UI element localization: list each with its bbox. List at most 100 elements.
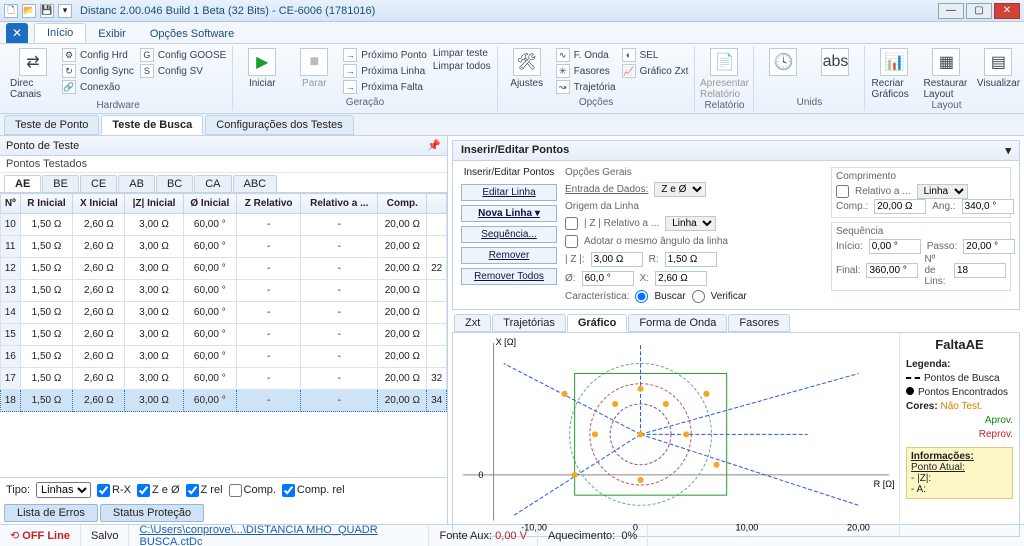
ang-input[interactable]	[962, 199, 1014, 214]
phase-tab-ae[interactable]: AE	[4, 175, 41, 192]
nlins-input[interactable]	[954, 263, 1006, 278]
tipo-select[interactable]: Linhas	[36, 482, 91, 498]
btn-config-goose[interactable]: GConfig GOOSE	[140, 48, 226, 62]
btn-ajustes[interactable]: 🛠 Ajustes	[504, 48, 550, 89]
qat-open-icon[interactable]: 📂	[22, 4, 36, 18]
btn-iniciar[interactable]: ▶ Iniciar	[239, 48, 285, 89]
btn-editar-linha[interactable]: Editar Linha	[461, 184, 557, 201]
radio-buscar[interactable]	[635, 290, 648, 303]
entrada-select[interactable]: Z e Ø	[654, 182, 706, 197]
phase-tab-ab[interactable]: AB	[118, 175, 155, 192]
tab-status-protecao[interactable]: Status Proteção	[100, 504, 204, 522]
col-header[interactable]: Relativo a ...	[301, 194, 378, 214]
btn-proxima-linha[interactable]: →Próxima Linha	[343, 64, 427, 78]
relativo-select[interactable]: Linha	[917, 184, 968, 199]
ribbon-tab-opcoes[interactable]: Opções Software	[138, 25, 246, 43]
maximize-button[interactable]: ▢	[966, 3, 992, 19]
status-path[interactable]: C:\Users\conprove\...\DISTANCIA MHO_QUAD…	[139, 525, 418, 546]
ribbon-tab-exibir[interactable]: Exibir	[86, 25, 138, 43]
gtab-zxt[interactable]: Zxt	[454, 314, 491, 332]
table-row[interactable]: 121,50 Ω2,60 Ω3,00 Ω60,00 °--20,00 Ω22	[1, 258, 447, 280]
phase-tab-abc[interactable]: ABC	[233, 175, 278, 192]
chk-rx[interactable]: R-X	[97, 484, 131, 497]
btn-remover[interactable]: Remover	[461, 247, 557, 264]
btn-nova-linha[interactable]: Nova Linha ▾	[461, 205, 557, 222]
btn-remover-todos[interactable]: Remover Todos	[461, 268, 557, 285]
collapse-icon[interactable]: ▾	[1005, 144, 1011, 157]
comp-input[interactable]	[874, 199, 926, 214]
btn-f-onda[interactable]: ∿F. Onda	[556, 48, 616, 62]
gtab-trajetorias[interactable]: Trajetórias	[492, 314, 566, 332]
btn-unids[interactable]: 🕓	[760, 48, 806, 76]
btn-sel[interactable]: ◐SEL	[622, 48, 689, 62]
btn-sequencia[interactable]: Sequência...	[461, 226, 557, 243]
table-row[interactable]: 101,50 Ω2,60 Ω3,00 Ω60,00 °--20,00 Ω	[1, 214, 447, 236]
chk-zo[interactable]: Z e Ø	[137, 484, 180, 497]
btn-config-hrd[interactable]: ⚙Config Hrd	[62, 48, 134, 62]
table-row[interactable]: 111,50 Ω2,60 Ω3,00 Ω60,00 °--20,00 Ω	[1, 236, 447, 258]
btn-limpar-teste[interactable]: Limpar teste	[433, 48, 491, 59]
col-header[interactable]: Nº	[1, 194, 21, 214]
phase-tab-bc[interactable]: BC	[156, 175, 193, 192]
table-row[interactable]: 141,50 Ω2,60 Ω3,00 Ω60,00 °--20,00 Ω	[1, 302, 447, 324]
gtab-forma-onda[interactable]: Forma de Onda	[628, 314, 727, 332]
col-header[interactable]: Comp.	[378, 194, 427, 214]
final-input[interactable]	[866, 263, 918, 278]
btn-conexao[interactable]: 🔗Conexão	[62, 80, 134, 94]
minimize-button[interactable]: —	[938, 3, 964, 19]
col-header[interactable]: X Inicial	[73, 194, 125, 214]
chk-adotar[interactable]	[565, 235, 578, 248]
chk-comprel[interactable]: Comp. rel	[282, 484, 345, 497]
ribbon-tab-inicio[interactable]: Início	[34, 23, 86, 43]
table-row[interactable]: 171,50 Ω2,60 Ω3,00 Ω60,00 °--20,00 Ω32	[1, 368, 447, 390]
btn-direc-canais[interactable]: ⇄ Direc Canais	[10, 48, 56, 100]
gtab-fasores[interactable]: Fasores	[728, 314, 790, 332]
r-input[interactable]	[665, 252, 717, 267]
col-header[interactable]: Ø Inicial	[183, 194, 236, 214]
chk-comp[interactable]: Comp.	[229, 484, 276, 497]
o-input[interactable]	[582, 271, 634, 286]
btn-visualizar[interactable]: ▤Visualizar	[975, 48, 1021, 89]
phase-tab-ca[interactable]: CA	[194, 175, 231, 192]
close-button[interactable]: ✕	[994, 3, 1020, 19]
gtab-grafico[interactable]: Gráfico	[567, 314, 628, 332]
phase-tab-ce[interactable]: CE	[80, 175, 117, 192]
btn-restaurar-layout[interactable]: ▦Restaurar Layout	[923, 48, 969, 100]
passo-input[interactable]	[963, 239, 1015, 254]
col-header[interactable]: |Z| Inicial	[125, 194, 183, 214]
btn-relatorio[interactable]: 📄 Apresentar Relatório	[701, 48, 747, 100]
impedance-chart[interactable]: X [Ω] R [Ω] 0 -10,00 0 10,00 20,00	[453, 333, 899, 536]
chk-relativo[interactable]	[836, 185, 849, 198]
z-input[interactable]	[591, 252, 643, 267]
col-header[interactable]: Z Relativo	[237, 194, 301, 214]
btn-proximo-ponto[interactable]: →Próximo Ponto	[343, 48, 427, 62]
qat-new-icon[interactable]: 🗋	[4, 4, 18, 18]
doctab-teste-ponto[interactable]: Teste de Ponto	[4, 115, 99, 135]
qat-dropdown-icon[interactable]: ▾	[58, 4, 72, 18]
phase-tab-be[interactable]: BE	[42, 175, 79, 192]
ribbon-file-button[interactable]: ✕	[6, 23, 28, 43]
x-input[interactable]	[655, 271, 707, 286]
col-header[interactable]	[427, 194, 447, 214]
btn-proxima-falta[interactable]: →Próxima Falta	[343, 80, 427, 94]
tab-lista-erros[interactable]: Lista de Erros	[4, 504, 98, 522]
qat-save-icon[interactable]: 💾	[40, 4, 54, 18]
chk-zrel[interactable]: Z rel	[186, 484, 223, 497]
doctab-teste-busca[interactable]: Teste de Busca	[101, 115, 203, 135]
table-row[interactable]: 151,50 Ω2,60 Ω3,00 Ω60,00 °--20,00 Ω	[1, 324, 447, 346]
btn-recriar-graficos[interactable]: 📊Recriar Gráficos	[871, 48, 917, 100]
table-row[interactable]: 181,50 Ω2,60 Ω3,00 Ω60,00 °--20,00 Ω34	[1, 390, 447, 412]
btn-limpar-todos[interactable]: Limpar todos	[433, 61, 491, 72]
pin-icon[interactable]: 📌	[427, 139, 441, 152]
doctab-config-testes[interactable]: Configurações dos Testes	[205, 115, 353, 135]
radio-verificar[interactable]	[692, 290, 705, 303]
btn-config-sv[interactable]: SConfig SV	[140, 64, 226, 78]
chk-zrel[interactable]	[565, 217, 578, 230]
btn-fasores[interactable]: ✳Fasores	[556, 64, 616, 78]
btn-grafico-zxt[interactable]: 📈Gráfico Zxt	[622, 64, 689, 78]
btn-parar[interactable]: ■ Parar	[291, 48, 337, 89]
inicio-input[interactable]	[869, 239, 921, 254]
btn-trajetoria[interactable]: ↝Trajetória	[556, 80, 616, 94]
btn-config-sync[interactable]: ↻Config Sync	[62, 64, 134, 78]
points-table-wrap[interactable]: NºR InicialX Inicial|Z| InicialØ Inicial…	[0, 193, 447, 477]
